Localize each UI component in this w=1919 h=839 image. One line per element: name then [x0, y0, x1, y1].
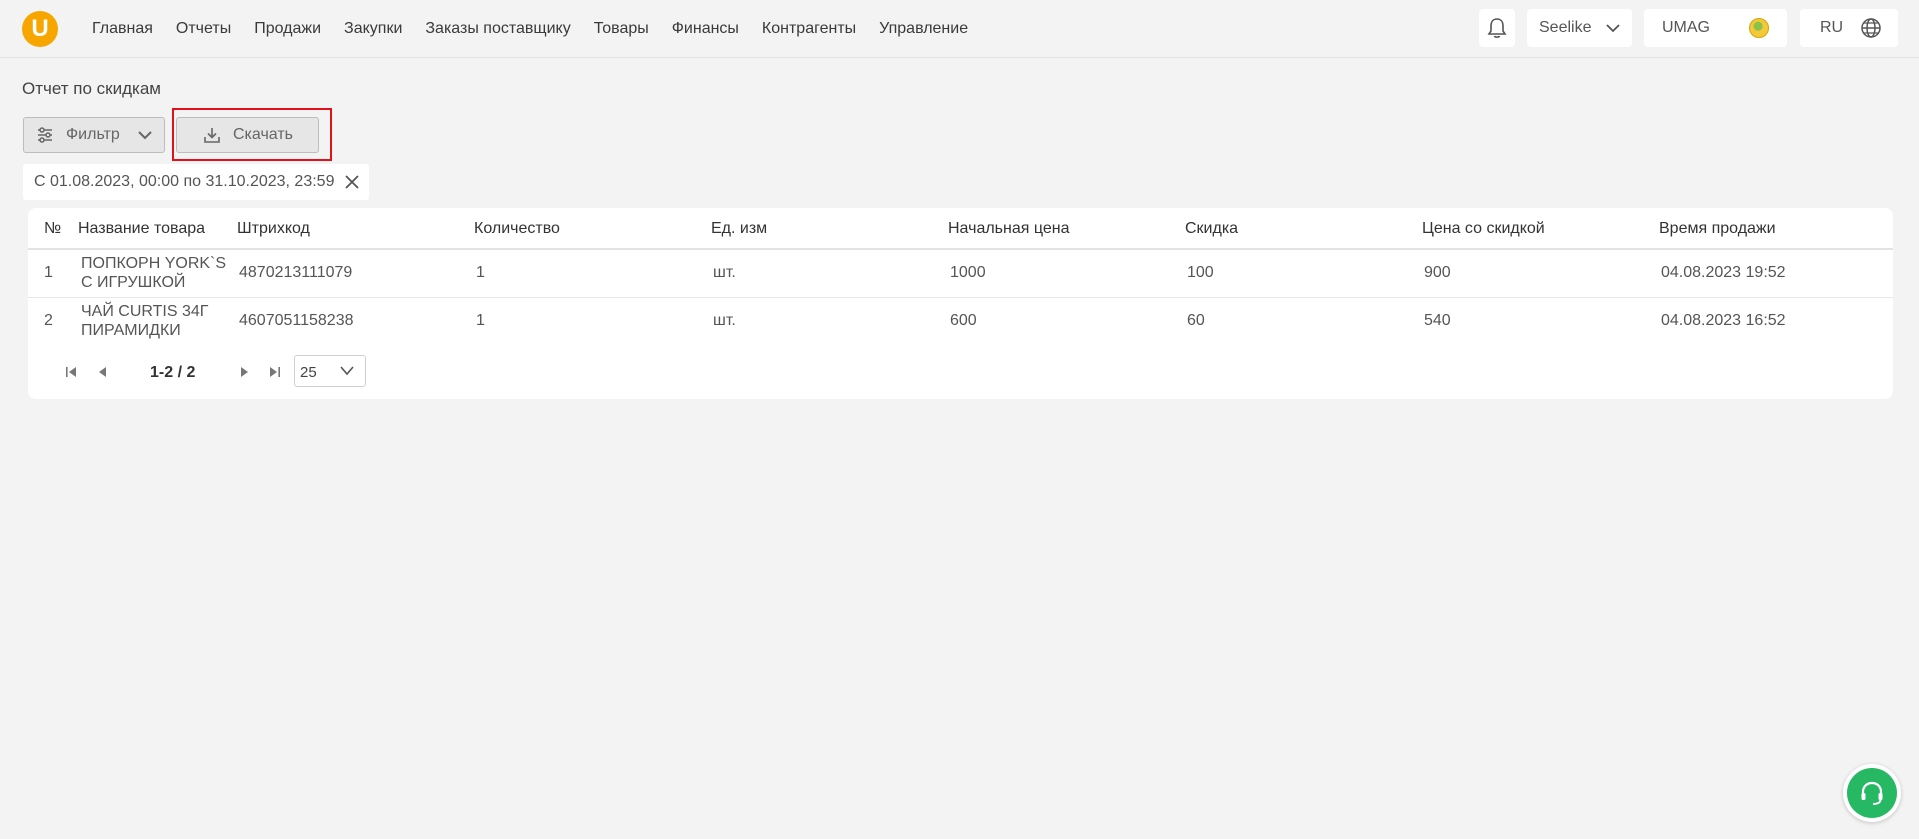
date-range-chip: С 01.08.2023, 00:00 по 31.10.2023, 23:59	[23, 164, 369, 200]
chevron-down-icon	[340, 366, 354, 376]
support-chat-inner	[1847, 768, 1897, 818]
row-divider	[28, 297, 1893, 298]
nav-item-supplier-orders[interactable]: Заказы поставщику	[425, 20, 570, 38]
cell-barcode: 4870213111079	[239, 264, 353, 281]
cell-sale-time: 04.08.2023 19:52	[1661, 264, 1786, 281]
report-table: № Название товара Штрихкод Количество Ед…	[28, 208, 1893, 399]
cell-name: ЧАЙ CURTIS 34Г ПИРАМИДКИ	[81, 302, 208, 340]
store-name: UMAG	[1662, 19, 1710, 36]
language-selector[interactable]: RU	[1800, 9, 1898, 47]
cell-unit: шт.	[713, 312, 736, 329]
notifications-button[interactable]	[1479, 9, 1515, 47]
cell-start-price: 600	[950, 312, 977, 329]
cell-unit: шт.	[713, 264, 736, 281]
filter-button[interactable]: Фильтр	[23, 117, 165, 153]
app-logo[interactable]: U	[22, 11, 58, 47]
headset-icon	[1861, 781, 1883, 805]
first-page-icon[interactable]	[64, 365, 78, 379]
cell-number: 1	[44, 264, 53, 281]
cell-name-line1: ЧАЙ CURTIS 34Г	[81, 303, 209, 320]
cell-name: ПОПКОРН YORK`S С ИГРУШКОЙ	[81, 254, 226, 292]
cell-quantity: 1	[476, 264, 485, 281]
per-page-select[interactable]: 25	[294, 355, 366, 387]
header-divider	[28, 248, 1893, 250]
nav-item-sales[interactable]: Продажи	[254, 20, 321, 38]
nav-item-products[interactable]: Товары	[594, 20, 649, 38]
nav-item-counterparties[interactable]: Контрагенты	[762, 20, 856, 38]
last-page-icon[interactable]	[268, 365, 282, 379]
download-icon	[204, 128, 220, 143]
prev-page-icon[interactable]	[96, 365, 110, 379]
cell-name-line2: ПИРАМИДКИ	[81, 322, 181, 339]
chevron-down-icon	[138, 131, 152, 140]
cell-discount: 60	[1187, 312, 1205, 329]
cell-discount: 100	[1187, 264, 1214, 281]
next-page-icon[interactable]	[237, 365, 251, 379]
page-title: Отчет по скидкам	[22, 79, 161, 98]
download-button[interactable]: Скачать	[176, 117, 319, 153]
per-page-value: 25	[300, 364, 317, 381]
cell-name-line2: С ИГРУШКОЙ	[81, 274, 186, 291]
language-code: RU	[1820, 19, 1844, 36]
page-range: 1-2 / 2	[150, 364, 196, 381]
main-nav: Главная Отчеты Продажи Закупки Заказы по…	[92, 0, 991, 58]
table-row[interactable]: 1 ПОПКОРН YORK`S С ИГРУШКОЙ 487021311107…	[28, 255, 1893, 294]
nav-item-finance[interactable]: Финансы	[672, 20, 739, 38]
download-label: Скачать	[233, 126, 293, 143]
sliders-icon	[38, 127, 52, 143]
nav-item-reports[interactable]: Отчеты	[176, 20, 231, 38]
column-header-start-price: Начальная цена	[948, 220, 1070, 237]
column-header-quantity: Количество	[474, 220, 560, 237]
pagination: 1-2 / 2 25	[28, 355, 428, 389]
account-name: Seelike	[1539, 19, 1592, 36]
store-selector[interactable]: UMAG	[1644, 9, 1787, 47]
column-header-final-price: Цена со скидкой	[1422, 220, 1545, 237]
nav-item-purchases[interactable]: Закупки	[344, 20, 402, 38]
bell-icon	[1487, 18, 1507, 38]
cell-start-price: 1000	[950, 264, 986, 281]
account-selector[interactable]: Seelike	[1527, 9, 1632, 47]
top-bar: U Главная Отчеты Продажи Закупки Заказы …	[0, 0, 1919, 58]
column-header-number: №	[44, 220, 62, 237]
column-header-unit: Ед. изм	[711, 220, 768, 237]
table-row[interactable]: 2 ЧАЙ CURTIS 34Г ПИРАМИДКИ 4607051158238…	[28, 303, 1893, 342]
cell-quantity: 1	[476, 312, 485, 329]
column-header-barcode: Штрихкод	[237, 220, 310, 237]
date-range-label: С 01.08.2023, 00:00 по 31.10.2023, 23:59	[34, 173, 335, 190]
cell-barcode: 4607051158238	[239, 312, 354, 329]
nav-item-home[interactable]: Главная	[92, 20, 153, 38]
filter-label: Фильтр	[66, 126, 120, 143]
nav-item-management[interactable]: Управление	[879, 20, 968, 38]
cell-name-line1: ПОПКОРН YORK`S	[81, 255, 227, 272]
store-coin-icon	[1749, 18, 1769, 38]
globe-icon	[1861, 18, 1881, 38]
column-header-discount: Скидка	[1185, 220, 1239, 237]
close-icon[interactable]	[344, 174, 360, 190]
chevron-down-icon	[1606, 24, 1620, 33]
cell-final-price: 900	[1424, 264, 1451, 281]
cell-sale-time: 04.08.2023 16:52	[1661, 312, 1786, 329]
column-header-sale-time: Время продажи	[1659, 220, 1776, 237]
support-chat-button[interactable]	[1843, 764, 1901, 822]
column-header-name: Название товара	[78, 220, 206, 237]
cell-number: 2	[44, 312, 53, 329]
cell-final-price: 540	[1424, 312, 1451, 329]
